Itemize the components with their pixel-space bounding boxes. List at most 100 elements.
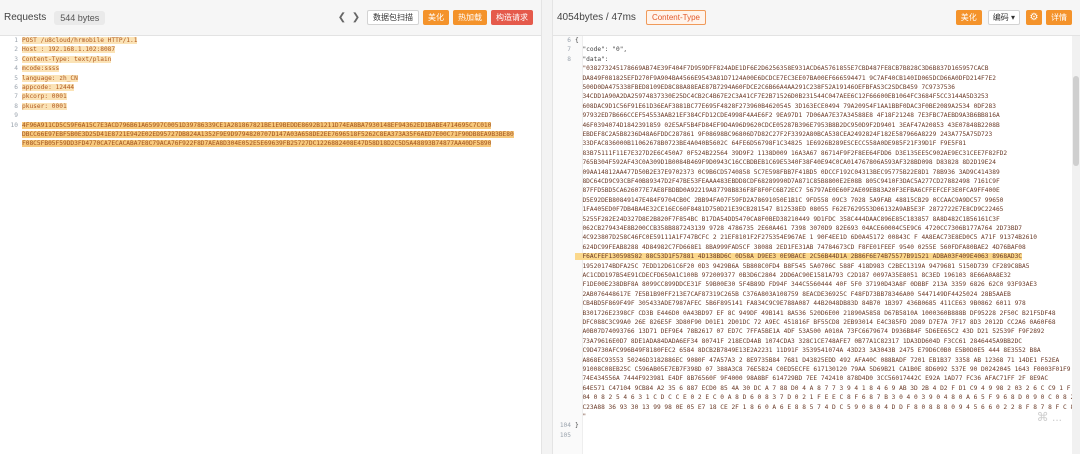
response-size: 4054bytes / 47ms (557, 12, 636, 23)
response-line: 09AA14812AA477D50B2E37E9702373 0C9B6CD57… (553, 168, 1080, 177)
response-line: DA849F081825EFD270F9A904BA4566E9543A81D7… (553, 74, 1080, 83)
scrollbar-thumb[interactable] (1073, 76, 1079, 166)
response-beautify-button[interactable]: 美化 (955, 10, 982, 25)
response-line-text: "data": (575, 55, 609, 63)
line-number: 5 (14, 74, 18, 82)
response-line: 4C923807D258C46FC0E59111A1F747BCFC 2 21E… (553, 233, 1080, 242)
line-number: 4 (14, 65, 18, 73)
request-line-text: DBCC66E97EBF5B0E3D25D41E8721E942E02ED957… (22, 131, 514, 138)
response-line: 64E571 C47104 9CB84 A2 35 6 887 ECD0 85 … (553, 384, 1080, 393)
response-line-text: 19520174BDFA25C 7EDD12D61C6F20 0D3 9429B… (575, 262, 1030, 270)
response-line-text: CB4BD5F869F49F 305433ADE7987AFEC 5B6F895… (575, 300, 1026, 308)
line-number: 10 (10, 121, 18, 129)
encoding-select[interactable]: 编码 ▾ (987, 10, 1020, 25)
response-line-text: DFC088C3C99A0 26E 826E5F 3D80F90 D01E1 2… (575, 319, 1056, 326)
response-line: 105 (553, 431, 1080, 440)
chevron-down-icon: ▾ (1010, 13, 1015, 22)
request-editor[interactable]: 1 POST /u8cloud/hrmobile HTTP/1.1 2 Host : … (0, 36, 541, 454)
response-line: 624DC99FEAB8288 4D84982C7FD668E1 8BA999F… (553, 243, 1080, 252)
response-line: 34CDD1A90A2DA25974837330E25DC4CB2C4B67E2… (553, 92, 1080, 101)
vertical-scrollbar[interactable] (1072, 36, 1080, 454)
response-line-text: A868EC93553 50246D3182886EC 9080F 47A57A… (575, 356, 1060, 364)
response-line: 33DFAC836000B11062678B0723BE4A040B5602C … (553, 139, 1080, 148)
request-line: 5 language: zh_CN (0, 74, 541, 83)
response-line-text: EBDEF8C2A5B8236D48A6FDDC287861 9F08698BC… (575, 131, 993, 138)
response-line: 04 0 8 2 5 4 6 3 1 C D C C E 0 2 E C 0 A… (553, 393, 1080, 402)
request-line: 7 pkcorp: 0001 (0, 92, 541, 101)
content-type-badge[interactable]: Content-Type (645, 10, 706, 25)
response-line: "038273245178669AB74E39F404F7D959DFF824A… (553, 64, 1080, 73)
response-line-text: 608DAC9D1C56F91E61D36EAF3881BC77E695F482… (575, 102, 996, 110)
response-line: 1FA405ED0F7DB4BA4E32CE16EC60F8481D750D21… (553, 205, 1080, 214)
response-line-text: 5255F282E24D327D8E2B820F7F854BC B17DA54D… (575, 215, 1000, 223)
line-number: 8 (567, 55, 571, 63)
response-line: 500D0DA475338FBED8109ED8C88A88EAE87B7294… (553, 83, 1080, 92)
line-number: 7 (567, 46, 571, 54)
response-line: A0B07D74093766 13D71 DEF9E4 78B2617 07 E… (553, 327, 1080, 336)
response-line: 87FFD5BD5CA626077E7AE8FBDBD0A92219A87798… (553, 186, 1080, 195)
response-line-text: " (575, 413, 587, 420)
response-line: 062CB279434E8B200CCB358B887243139 9728 4… (553, 224, 1080, 233)
request-line: 6 appcode: 12444 (0, 83, 541, 92)
request-pane: Requests 544 bytes ❮ ❯ 数据包扫描 美化 热加载 构造请求… (0, 0, 542, 454)
response-line-text: 2AB076448617E 7E5B1B90FF213E7CAF87319C26… (575, 290, 1011, 298)
request-line-text: appcode: 12444 (22, 84, 75, 91)
request-line-text: pkcorp: 0001 (22, 93, 67, 101)
response-line-text: 34CDD1A90A2DA25974837330E25DC4CB2C4B67E2… (575, 93, 989, 101)
next-arrow-icon[interactable]: ❯ (349, 12, 363, 23)
response-line: 8DC64CD9C93CBF40B89347D2F47BE53FEAAA483E… (553, 177, 1080, 186)
beautify-button[interactable]: 美化 (423, 10, 449, 25)
response-line-text: 64E571 C47104 9CB84 A2 35 6 887 ECD0 85 … (575, 384, 1071, 392)
pane-divider[interactable] (542, 0, 552, 454)
line-number: 1 (14, 37, 18, 44)
response-line: B301726E2398CF CD3B E446D0 0A43BD97 EF 8… (553, 309, 1080, 318)
response-editor[interactable]: 6{7 "code": "0", 8 "data": "0382732451786… (553, 36, 1080, 454)
request-line: DBCC66E97EBF5B0E3D25D41E8721E942E02ED957… (0, 130, 541, 139)
request-line-text: mcode:ssss (22, 65, 60, 73)
build-request-button[interactable]: 构造请求 (491, 10, 533, 25)
response-line: 5255F282E24D327D8E2B820F7F854BC B17DA54D… (553, 215, 1080, 224)
response-line-text: 46F0394074D1842391859 02E5AF5B4FD84EF9D4… (575, 121, 1000, 129)
response-line-text: 624DC99FEAB8288 4D84982C7FD668E1 8BA999F… (575, 243, 1026, 251)
line-number: 104 (559, 422, 571, 430)
watermark: ⌘ ... (1036, 410, 1062, 424)
response-line: F6ACFEF130598582 88C53D1F57881 4D138BD6C… (553, 252, 1080, 261)
request-line: 4 mcode:ssss (0, 64, 541, 73)
gear-icon[interactable]: ⚙ (1026, 10, 1042, 25)
request-line-text: pkuser: 0001 (22, 102, 67, 110)
request-line-text: F08C5FB05F59DD3FD4770CA7ECACABA7E8C79ACA… (22, 140, 492, 148)
response-line: 83B75111F11E7E327D2E6C450A7 0F524B22564 … (553, 149, 1080, 158)
response-toolbar: 4054bytes / 47ms Content-Type 美化 编码 ▾ ⚙ … (553, 0, 1080, 36)
response-line-text: 062CB279434E8B200CCB358B887243139 9728 4… (575, 225, 1023, 232)
line-number: 7 (14, 93, 18, 101)
response-pane: 4054bytes / 47ms Content-Type 美化 编码 ▾ ⚙ … (552, 0, 1080, 454)
response-line: DFC088C3C99A0 26E 826E5F 3D80F90 D01E1 2… (553, 318, 1080, 327)
request-toolbar: Requests 544 bytes ❮ ❯ 数据包扫描 美化 热加载 构造请求 (0, 0, 541, 36)
response-line-text: { (575, 37, 579, 44)
response-line-text: 91008C08EB25C C596AB05E7EB7F398D 07 388A… (575, 366, 1071, 373)
response-line-text: 74E434556A 7444F923981 E4DF 8B76560F 9F4… (575, 375, 1049, 383)
request-line-text: language: zh_CN (22, 74, 78, 82)
request-line-text: 4F96A911CD5C59F6A15C7E3ACD796B61A65997C0… (22, 121, 492, 129)
prev-arrow-icon[interactable]: ❮ (335, 12, 349, 23)
response-line-text: } (575, 422, 579, 430)
packet-scan-button[interactable]: 数据包扫描 (367, 10, 419, 25)
response-line-text: "038273245178669AB74E39F404F7D959DFF824A… (575, 65, 989, 73)
response-line-text: "code": "0", (575, 46, 628, 54)
response-line: A868EC93553 50246D3182886EC 9080F 47A57A… (553, 356, 1080, 365)
response-line-text: 33DFAC836000B11062678B0723BE4A040B5602C … (575, 140, 967, 148)
response-line-text: AC1CDD197B54E91CDECFD650A1C100B 97200937… (575, 272, 1011, 279)
hot-reload-button[interactable]: 热加载 (453, 10, 487, 25)
response-line: CB4BD5F869F49F 305433ADE7987AFEC 5B6F895… (553, 299, 1080, 308)
details-button[interactable]: 详情 (1046, 10, 1072, 25)
response-line-text: C23A88 36 93 30 13 99 98 0E 05 E7 18 CE … (575, 403, 1080, 411)
response-line: 74E434556A 7444F923981 E4DF 8B76560F 9F4… (553, 374, 1080, 383)
response-line-text: B301726E2398CF CD3B E446D0 0A43BD97 EF 8… (575, 309, 1056, 317)
response-line: 2AB076448617E 7E5B1B90FF213E7CAF87319C26… (553, 290, 1080, 299)
response-line: F1DE00E238DBF8A 8099CC899DDCE31F 59B00E3… (553, 280, 1080, 289)
line-number: 105 (559, 431, 571, 439)
response-line-text: 97932ED7B666CCEF54553AAB21EF384CFD12CDE4… (575, 112, 1000, 120)
request-line: F08C5FB05F59DD3FD4770CA7ECACABA7E8C79ACA… (0, 139, 541, 148)
response-line-text: 500D0DA475338FBED8109ED8C88A88EAE87B7294… (575, 84, 955, 91)
response-line: 91008C08EB25C C596AB05E7EB7F398D 07 388A… (553, 365, 1080, 374)
